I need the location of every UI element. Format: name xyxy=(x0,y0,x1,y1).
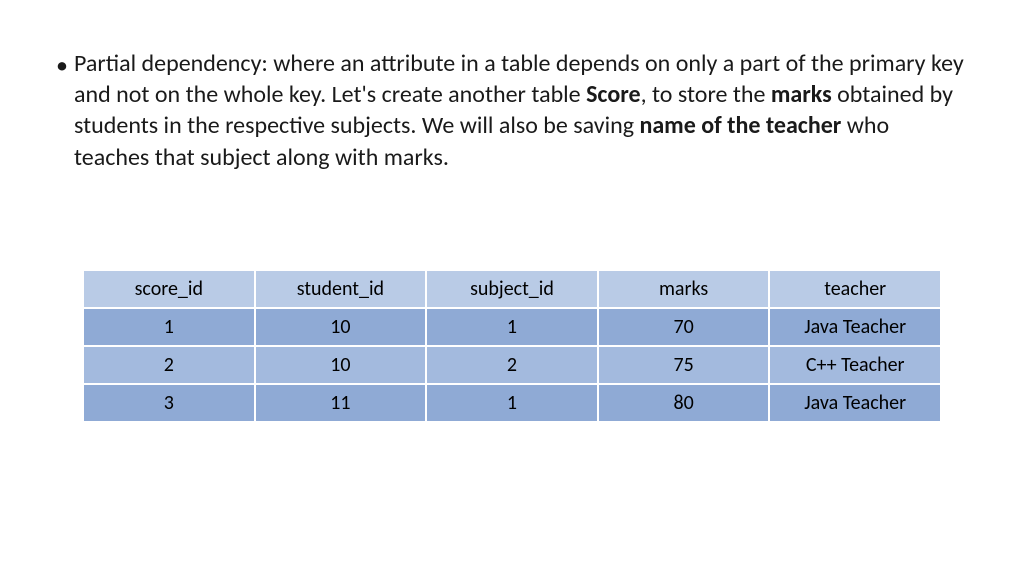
bullet-dot-icon: • xyxy=(56,50,74,81)
bullet-bold-2: marks xyxy=(771,80,832,109)
cell-score-id: 2 xyxy=(83,346,255,384)
slide: • Partial dependency: where an attribute… xyxy=(0,0,1024,576)
cell-subject-id: 2 xyxy=(426,346,598,384)
cell-subject-id: 1 xyxy=(426,384,598,422)
bullet-block: • Partial dependency: where an attribute… xyxy=(56,48,968,173)
cell-subject-id: 1 xyxy=(426,308,598,346)
cell-marks: 75 xyxy=(598,346,770,384)
bullet-text: Partial dependency: where an attribute i… xyxy=(74,48,968,173)
cell-teacher: Java Teacher xyxy=(769,308,941,346)
bullet-bold-1: Score xyxy=(586,80,641,109)
table-row: 1 10 1 70 Java Teacher xyxy=(83,308,941,346)
col-header-subject-id: subject_id xyxy=(426,270,598,308)
table-header-row: score_id student_id subject_id marks tea… xyxy=(83,270,941,308)
table-row: 3 11 1 80 Java Teacher xyxy=(83,384,941,422)
cell-marks: 70 xyxy=(598,308,770,346)
cell-score-id: 1 xyxy=(83,308,255,346)
col-header-score-id: score_id xyxy=(83,270,255,308)
bullet-text-2: , to store the xyxy=(641,80,771,109)
col-header-teacher: teacher xyxy=(769,270,941,308)
score-table: score_id student_id subject_id marks tea… xyxy=(82,269,942,423)
col-header-marks: marks xyxy=(598,270,770,308)
cell-score-id: 3 xyxy=(83,384,255,422)
cell-student-id: 10 xyxy=(255,308,427,346)
col-header-student-id: student_id xyxy=(255,270,427,308)
score-table-wrap: score_id student_id subject_id marks tea… xyxy=(82,269,942,423)
table-row: 2 10 2 75 C++ Teacher xyxy=(83,346,941,384)
bullet-bold-3: name of the teacher xyxy=(639,111,841,140)
cell-student-id: 10 xyxy=(255,346,427,384)
cell-teacher: Java Teacher xyxy=(769,384,941,422)
cell-student-id: 11 xyxy=(255,384,427,422)
cell-teacher: C++ Teacher xyxy=(769,346,941,384)
cell-marks: 80 xyxy=(598,384,770,422)
